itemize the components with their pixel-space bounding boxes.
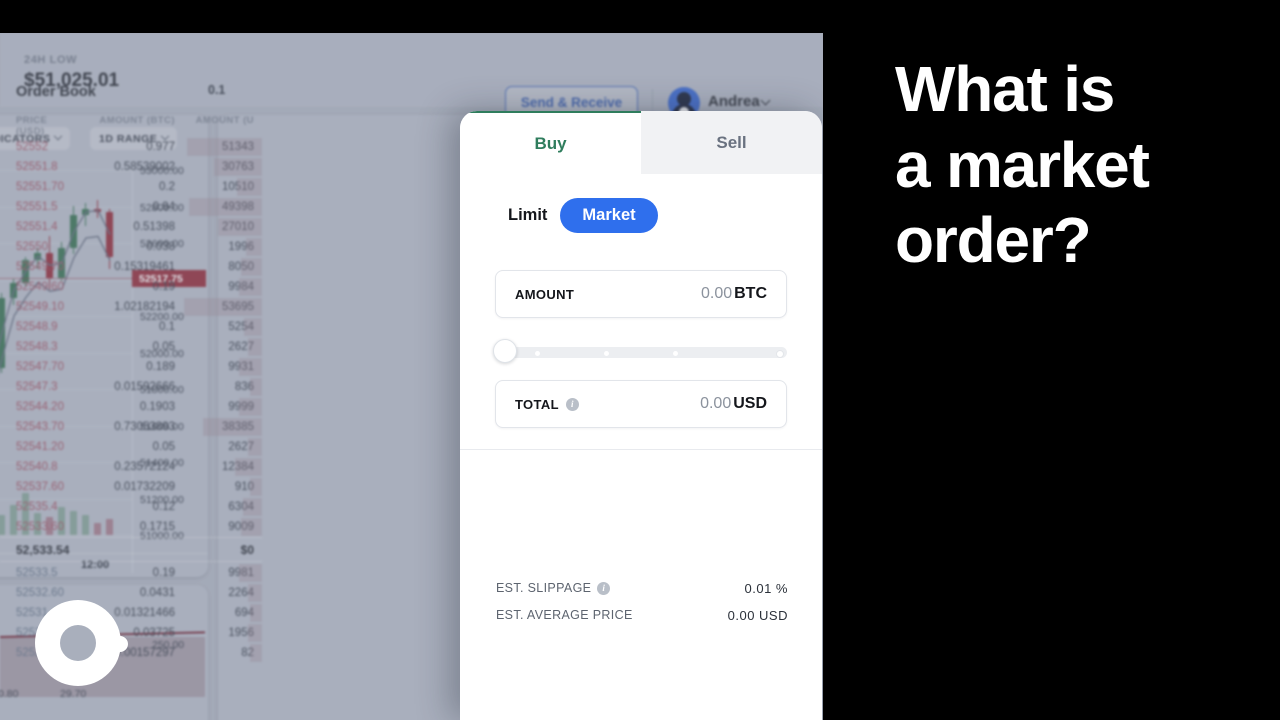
info-icon[interactable]: i xyxy=(565,397,579,411)
amount-unit: BTC xyxy=(734,285,767,302)
slider-tick-75[interactable] xyxy=(673,351,678,356)
est-slippage-value: 0.01 % xyxy=(744,580,788,596)
brand-logo xyxy=(35,600,128,686)
order-type-market[interactable]: Market xyxy=(560,197,658,233)
est-slippage-label: EST. SLIPPAGE xyxy=(496,581,592,595)
total-label: TOTAL xyxy=(515,396,559,412)
slider-tick-50[interactable] xyxy=(604,351,609,356)
tab-sell[interactable]: Sell xyxy=(641,111,822,174)
slider-tick-100[interactable] xyxy=(776,349,784,358)
amount-value: 0.00 xyxy=(700,285,733,302)
total-value: 0.00 xyxy=(700,395,732,412)
top-black-bar xyxy=(0,0,823,33)
total-field[interactable]: TOTAL i 0.00 USD xyxy=(495,380,787,428)
slider-tick-25[interactable] xyxy=(535,351,540,356)
total-value-group: 0.00 USD xyxy=(700,395,767,413)
title-line-3: order? xyxy=(895,204,1092,277)
video-frame: 24H LOW $51,025.01 Send & Receive Andrea… xyxy=(0,0,1280,720)
est-slippage-row: EST. SLIPPAGE i 0.01 % xyxy=(496,577,788,599)
amount-field[interactable]: AMOUNT 0.00 BTC xyxy=(495,270,787,318)
trade-tabs: Buy Sell xyxy=(460,111,822,174)
amount-slider-handle[interactable] xyxy=(493,339,517,363)
total-unit: USD xyxy=(733,395,767,412)
est-average-price-row: EST. AVERAGE PRICE 0.00 USD xyxy=(496,604,788,626)
title-line-2: a market xyxy=(895,128,1150,201)
amount-value-group: 0.00 BTC xyxy=(701,285,767,303)
title-card: What is a market order? xyxy=(823,0,1280,720)
app-screenshot-region: 24H LOW $51,025.01 Send & Receive Andrea… xyxy=(0,0,823,720)
est-slippage-label-group: EST. SLIPPAGE i xyxy=(496,581,611,595)
est-average-price-label: EST. AVERAGE PRICE xyxy=(496,608,633,622)
page-title: What is a market order? xyxy=(895,52,1275,279)
est-average-price-value: 0.00 USD xyxy=(727,607,788,623)
order-type-toggle: Limit Market xyxy=(460,174,822,256)
trade-panel: Buy Sell Limit Market AMOUNT 0.00 BTC TO… xyxy=(460,111,822,720)
order-type-limit[interactable]: Limit xyxy=(508,206,547,225)
title-line-1: What is xyxy=(895,53,1115,125)
tab-buy[interactable]: Buy xyxy=(460,111,641,174)
info-icon[interactable]: i xyxy=(597,581,611,595)
panel-divider xyxy=(460,449,822,450)
total-label-group: TOTAL i xyxy=(515,397,579,412)
amount-label: AMOUNT xyxy=(515,286,575,302)
